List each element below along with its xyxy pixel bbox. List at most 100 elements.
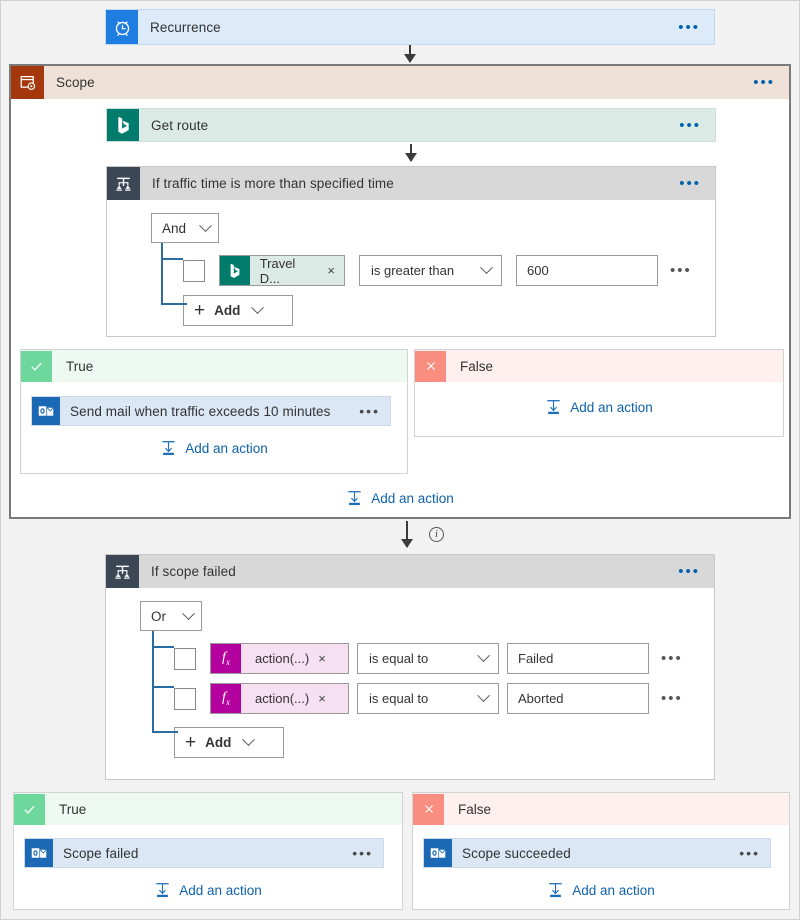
chevron-down-icon — [182, 606, 195, 620]
check-icon — [21, 350, 52, 382]
scope-failed-action-title: Scope failed — [63, 845, 139, 861]
add-action-icon — [547, 400, 560, 415]
condition-icon — [107, 167, 140, 200]
scope-succeeded-action-title: Scope succeeded — [462, 845, 571, 861]
scope-overflow-button[interactable]: ••• — [739, 66, 789, 99]
action-card-get-route[interactable]: Get route ••• — [106, 108, 716, 142]
condition-row-overflow-button[interactable]: ••• — [661, 650, 683, 667]
condition-if-scope-failed: If scope failed ••• Or fx action(...) × — [105, 554, 715, 780]
scope-failed-overflow-button[interactable]: ••• — [664, 555, 714, 588]
condition-value-input[interactable]: Aborted — [507, 683, 649, 714]
plus-icon: + — [185, 732, 197, 753]
condition-row-checkbox[interactable] — [174, 647, 196, 670]
condition-value-input[interactable]: 600 — [516, 255, 658, 286]
condition-value-text: Aborted — [518, 691, 564, 706]
plus-icon: + — [194, 300, 206, 321]
condition-operator-select[interactable]: is greater than — [359, 255, 502, 286]
add-action-label: Add an action — [570, 400, 653, 415]
branch-false-label: False — [458, 801, 492, 817]
send-mail-title: Send mail when traffic exceeds 10 minute… — [70, 403, 331, 419]
add-action-button-true-traffic[interactable]: Add an action — [21, 440, 407, 457]
check-icon — [14, 793, 45, 825]
add-action-label: Add an action — [572, 883, 655, 898]
add-action-button-false-traffic[interactable]: Add an action — [415, 399, 783, 416]
clock-icon — [106, 10, 138, 44]
condition-operator-select[interactable]: is equal to — [357, 643, 499, 674]
scope-header[interactable]: Scope ••• — [11, 66, 789, 99]
condition-add-label: Add — [214, 303, 241, 318]
condition-operator-select[interactable]: is equal to — [357, 683, 499, 714]
trigger-overflow-button[interactable]: ••• — [664, 10, 714, 44]
condition-value-input[interactable]: Failed — [507, 643, 649, 674]
add-action-button-scope[interactable]: Add an action — [11, 490, 789, 507]
chevron-down-icon — [477, 689, 490, 703]
logic-operator-value: Or — [151, 608, 166, 624]
logic-operator-select-and[interactable]: And — [151, 213, 219, 243]
close-icon[interactable]: × — [318, 651, 326, 666]
info-icon[interactable]: i — [429, 527, 444, 542]
outlook-icon — [32, 397, 60, 425]
add-action-label: Add an action — [371, 491, 454, 506]
condition-icon — [106, 555, 139, 588]
condition-traffic-overflow-button[interactable]: ••• — [665, 167, 715, 200]
condition-token[interactable]: fx action(...) × — [210, 643, 349, 674]
condition-row-overflow-button[interactable]: ••• — [670, 262, 692, 279]
add-action-button-true-scope-failed[interactable]: Add an action — [14, 882, 402, 899]
condition-add-label: Add — [205, 735, 232, 750]
add-action-label: Add an action — [179, 883, 262, 898]
connector-trigger-to-scope — [404, 45, 416, 63]
condition-add-button[interactable]: + Add — [183, 295, 293, 326]
chevron-down-icon — [242, 733, 256, 747]
condition-row-overflow-button[interactable]: ••• — [661, 690, 683, 707]
chevron-down-icon — [199, 218, 212, 232]
condition-value-text: 600 — [527, 263, 549, 278]
condition-token-text: action(...) × — [241, 644, 335, 673]
branch-true-traffic: True Send mail when traffic exceeds 10 m… — [20, 349, 408, 474]
get-route-title: Get route — [151, 117, 209, 133]
condition-token[interactable]: fx action(...) × — [210, 683, 349, 714]
condition-operator-value: is equal to — [369, 691, 429, 706]
branch-true-scope-failed: True Scope failed ••• Add an action — [13, 792, 403, 910]
branch-true-label: True — [66, 358, 94, 374]
scope-failed-body: Or fx action(...) × is equal to Failed •… — [106, 588, 714, 758]
condition-traffic-header[interactable]: If traffic time is more than specified t… — [107, 167, 715, 200]
condition-token-label: Travel D... — [259, 255, 296, 286]
trigger-card-recurrence[interactable]: Recurrence ••• — [105, 9, 715, 45]
get-route-overflow-button[interactable]: ••• — [665, 109, 715, 141]
condition-traffic-time: If traffic time is more than specified t… — [106, 166, 716, 337]
trigger-title: Recurrence — [150, 19, 221, 35]
scope-succeeded-action-overflow-button[interactable]: ••• — [729, 839, 770, 867]
add-action-button-false-scope-failed[interactable]: Add an action — [413, 882, 789, 899]
branch-false-header: False — [413, 793, 789, 825]
condition-row-checkbox[interactable] — [174, 687, 196, 710]
action-card-scope-succeeded[interactable]: Scope succeeded ••• — [423, 838, 771, 868]
outlook-icon — [25, 839, 53, 867]
connector-getroute-to-condition — [405, 144, 417, 162]
bing-maps-icon — [220, 256, 250, 285]
condition-token-text: action(...) × — [241, 684, 335, 713]
condition-token-label: action(...) — [255, 691, 310, 706]
branch-false-header: False — [415, 350, 783, 382]
scope-failed-header[interactable]: If scope failed ••• — [106, 555, 714, 588]
action-card-scope-failed[interactable]: Scope failed ••• — [24, 838, 384, 868]
condition-row-checkbox[interactable] — [183, 259, 205, 282]
condition-row: Travel D... × is greater than 600 ••• — [183, 255, 715, 286]
close-icon[interactable]: × — [318, 691, 326, 706]
condition-add-button[interactable]: + Add — [174, 727, 284, 758]
branch-false-label: False — [460, 358, 494, 374]
fx-icon: fx — [211, 644, 241, 673]
chevron-down-icon — [251, 301, 265, 315]
send-mail-overflow-button[interactable]: ••• — [349, 397, 390, 425]
tree-line-branch — [161, 303, 187, 305]
scope-failed-action-overflow-button[interactable]: ••• — [342, 839, 383, 867]
condition-token-label: action(...) — [255, 651, 310, 666]
action-card-send-mail[interactable]: Send mail when traffic exceeds 10 minute… — [31, 396, 391, 426]
condition-operator-value: is greater than — [371, 263, 455, 278]
logic-operator-select-or[interactable]: Or — [140, 601, 202, 631]
scope-failed-title: If scope failed — [151, 564, 236, 579]
branch-true-header: True — [21, 350, 407, 382]
close-icon[interactable]: × — [327, 263, 335, 278]
branch-false-scope-failed: False Scope succeeded ••• Add an action — [412, 792, 790, 910]
condition-token[interactable]: Travel D... × — [219, 255, 345, 286]
add-action-icon — [162, 441, 175, 456]
